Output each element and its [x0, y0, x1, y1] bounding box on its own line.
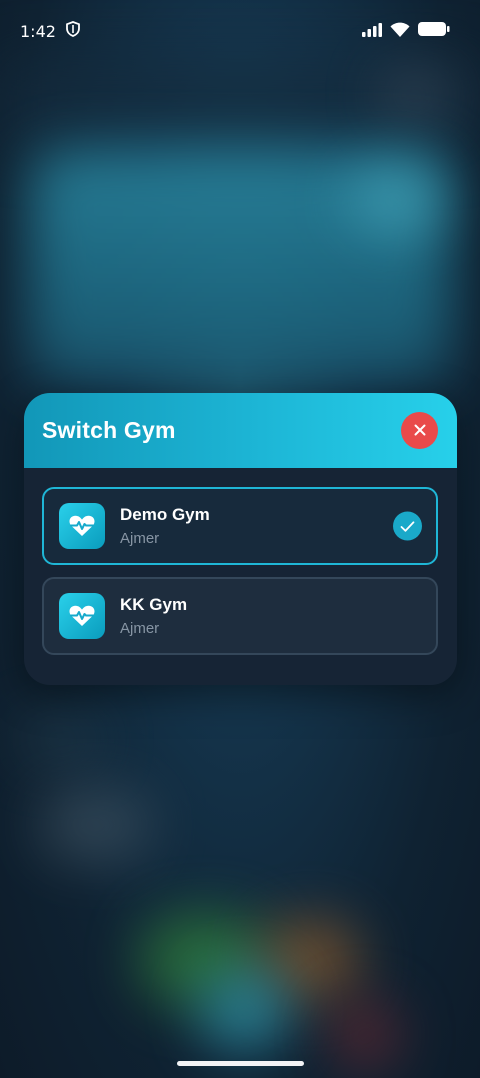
gym-option-kk-gym[interactable]: KK Gym Ajmer: [42, 577, 438, 655]
check-icon: [393, 511, 422, 541]
blurred-label: [20, 720, 100, 760]
gym-name: Demo Gym: [120, 505, 210, 524]
close-icon: [414, 421, 426, 440]
close-button[interactable]: [401, 412, 438, 449]
modal-header: Switch Gym: [24, 393, 457, 468]
gym-option-demo-gym[interactable]: Demo Gym Ajmer: [42, 487, 438, 565]
heart-pulse-icon: [59, 503, 105, 549]
status-bar: 1:42: [0, 0, 480, 62]
status-time: 1:42: [20, 21, 56, 41]
blurred-chip: [40, 790, 150, 860]
gym-city: Ajmer: [120, 620, 160, 637]
modal-title: Switch Gym: [42, 417, 176, 443]
battery-icon: [418, 21, 450, 41]
shield-icon: [66, 21, 80, 41]
blurred-card-highlight: [350, 170, 440, 230]
heart-pulse-icon: [59, 593, 105, 639]
gym-city: Ajmer: [120, 530, 160, 547]
blurred-gauge-center: [200, 970, 290, 1050]
gym-list: Demo Gym Ajmer KK Gym Ajmer: [24, 468, 457, 655]
home-indicator[interactable]: [177, 1061, 304, 1066]
blurred-gauge-red: [330, 1000, 400, 1070]
switch-gym-modal: Switch Gym Demo Gym Ajmer KK Gym Ajmer: [24, 393, 457, 685]
blurred-avatar: [380, 70, 450, 120]
signal-icon: [362, 22, 382, 41]
wifi-icon: [390, 22, 410, 41]
gym-name: KK Gym: [120, 595, 188, 614]
